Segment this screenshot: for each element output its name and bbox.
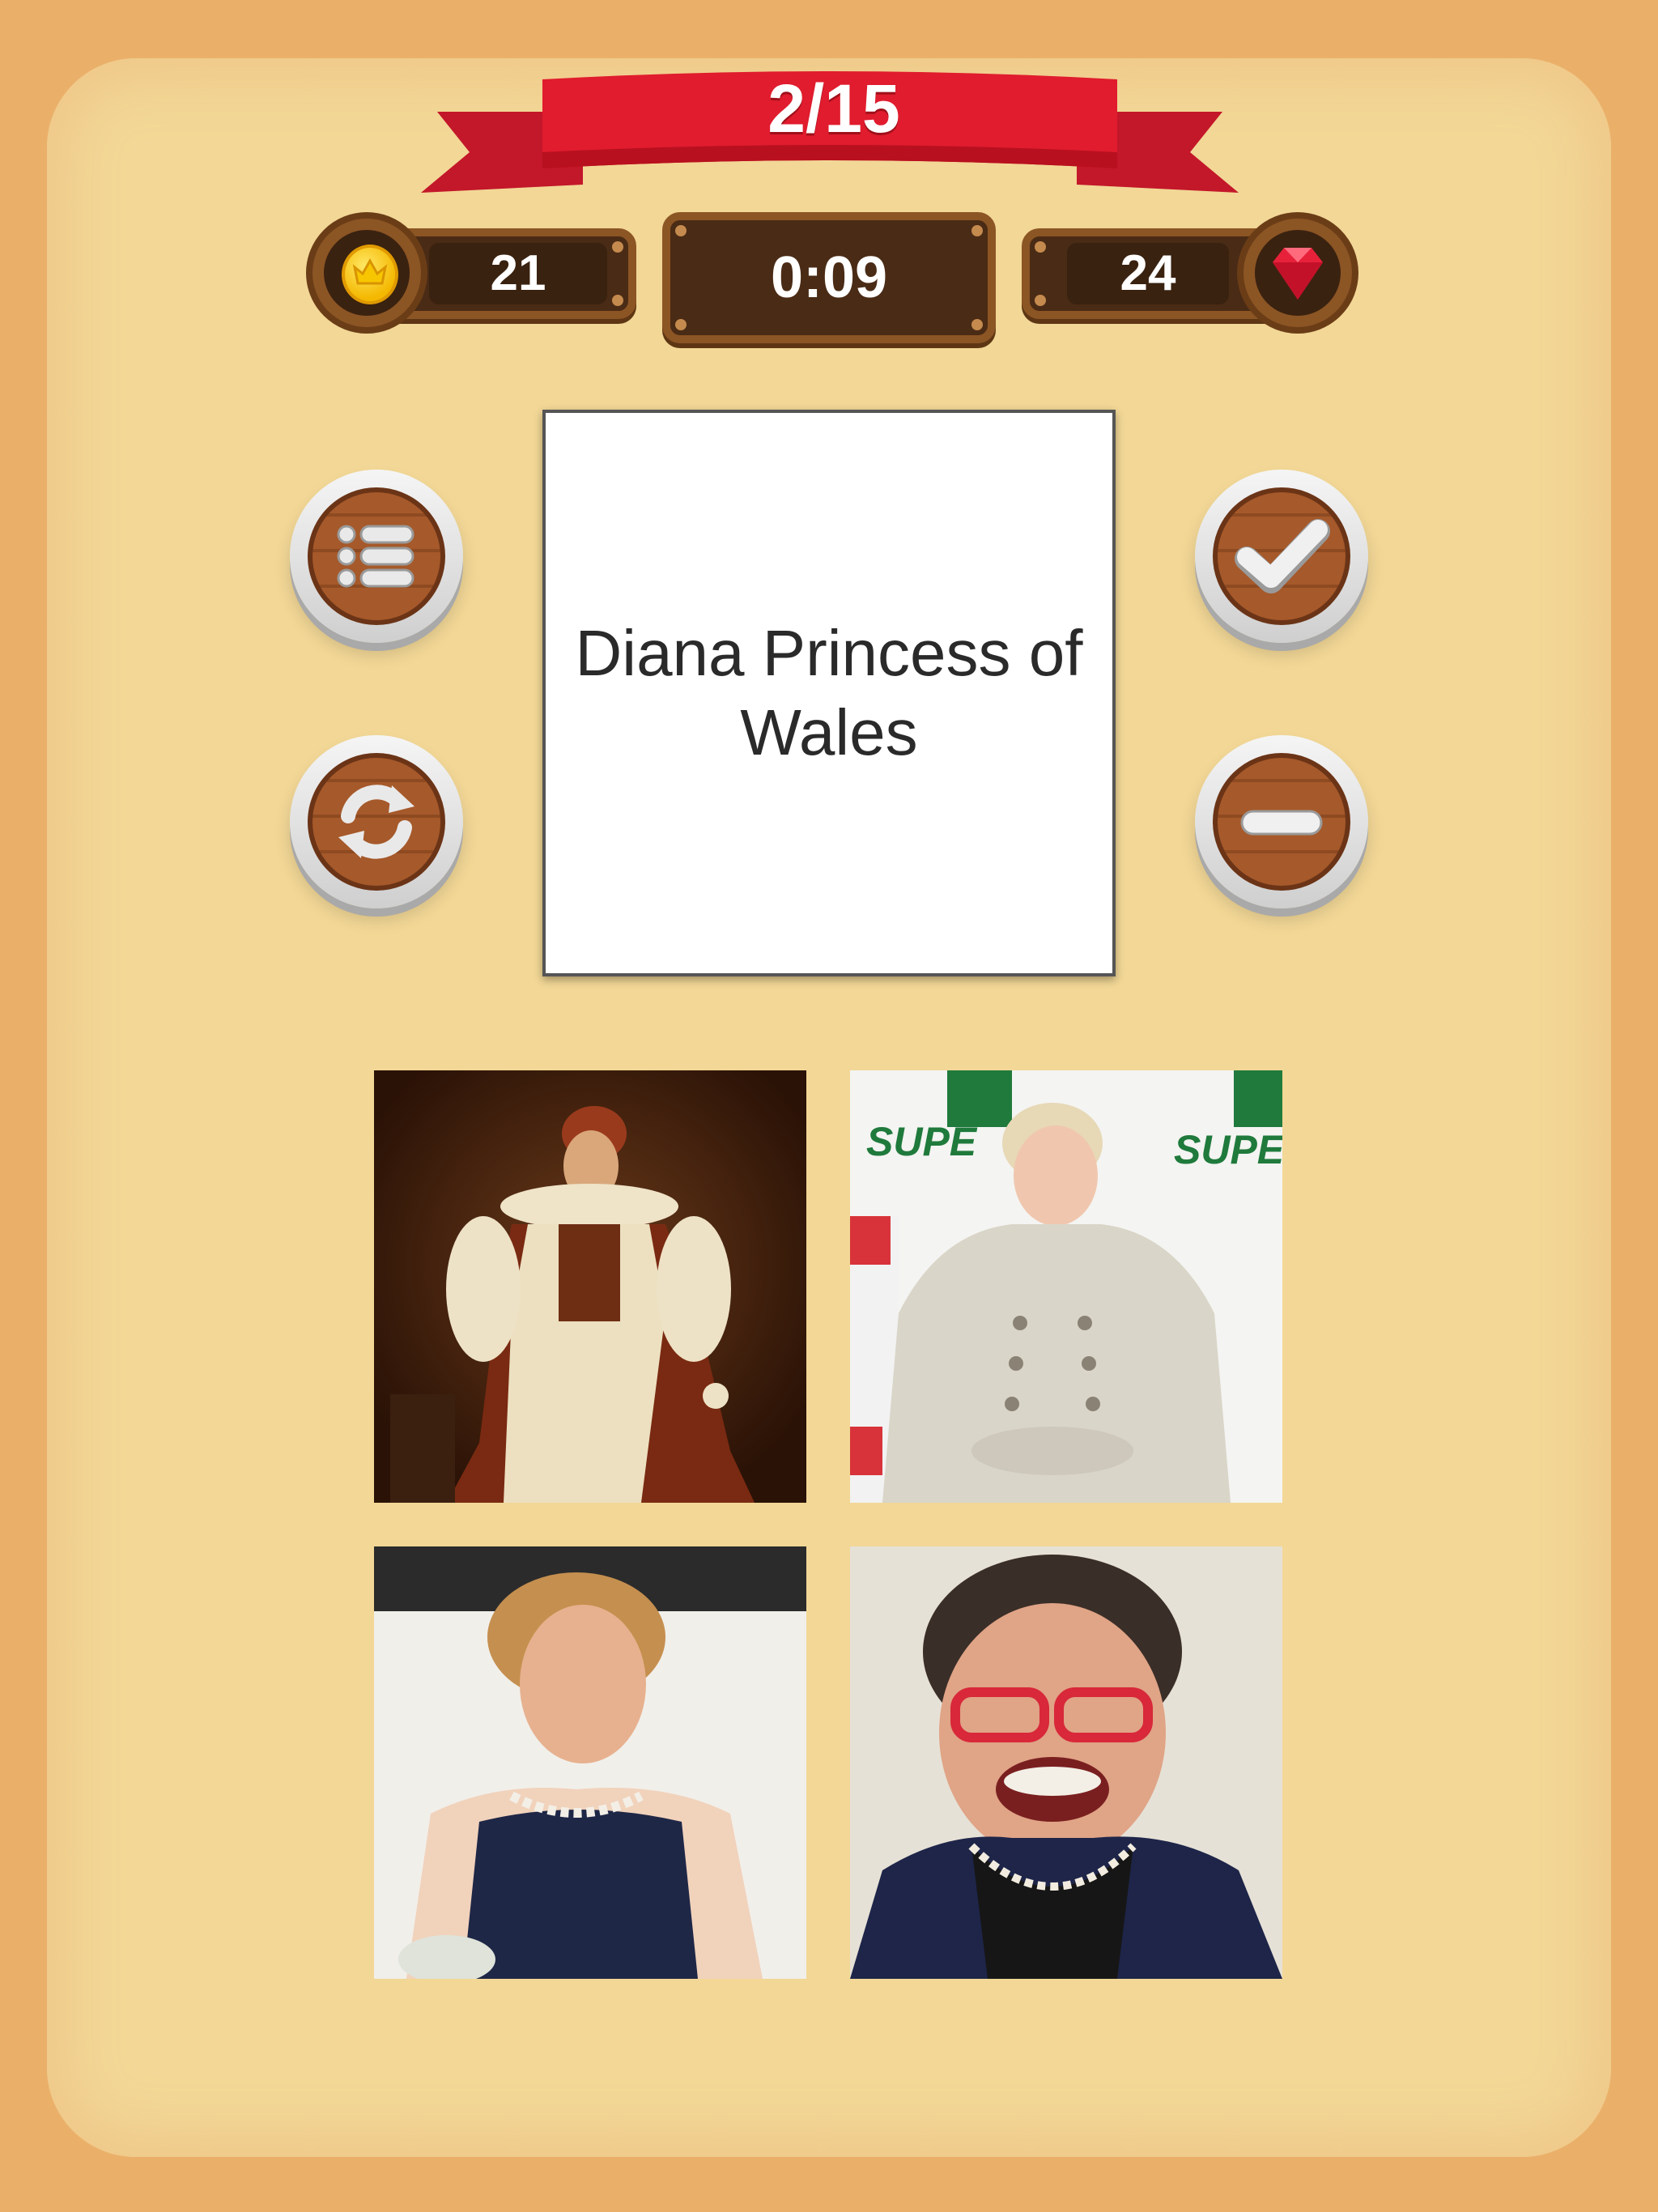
coin-badge bbox=[306, 212, 427, 334]
question-card: Diana Princess of Wales bbox=[542, 410, 1116, 976]
level-indicator: 2/15 bbox=[767, 70, 900, 147]
list-icon bbox=[337, 525, 414, 588]
restart-icon bbox=[338, 785, 414, 859]
photo-image: SUPE SUPE bbox=[850, 1070, 1282, 1503]
gem-badge bbox=[1237, 212, 1358, 334]
answer-tile-3[interactable] bbox=[374, 1546, 806, 1979]
question-text: Diana Princess of Wales bbox=[575, 617, 1083, 768]
restart-button[interactable] bbox=[290, 735, 463, 908]
answer-tile-2[interactable]: SUPE SUPE bbox=[850, 1070, 1282, 1503]
photo-image bbox=[850, 1546, 1282, 1979]
portrait-painting-image bbox=[374, 1070, 806, 1503]
timer-display: 0:09 bbox=[682, 232, 976, 324]
svg-text:SUPE: SUPE bbox=[1174, 1127, 1282, 1172]
coin-icon bbox=[342, 245, 398, 304]
gem-icon bbox=[1273, 248, 1323, 300]
list-button[interactable] bbox=[290, 470, 463, 643]
minus-icon bbox=[1240, 810, 1323, 836]
check-icon bbox=[1235, 519, 1330, 593]
timer-panel: 0:09 bbox=[662, 212, 996, 343]
coins-count: 21 bbox=[429, 243, 607, 304]
game-board bbox=[47, 58, 1611, 2157]
answer-tile-1[interactable] bbox=[374, 1070, 806, 1503]
gems-count: 24 bbox=[1067, 243, 1229, 304]
minus-button[interactable] bbox=[1195, 735, 1368, 908]
svg-text:SUPE: SUPE bbox=[866, 1119, 978, 1164]
check-button[interactable] bbox=[1195, 470, 1368, 643]
answer-tile-4[interactable] bbox=[850, 1546, 1282, 1979]
photo-image bbox=[374, 1546, 806, 1979]
